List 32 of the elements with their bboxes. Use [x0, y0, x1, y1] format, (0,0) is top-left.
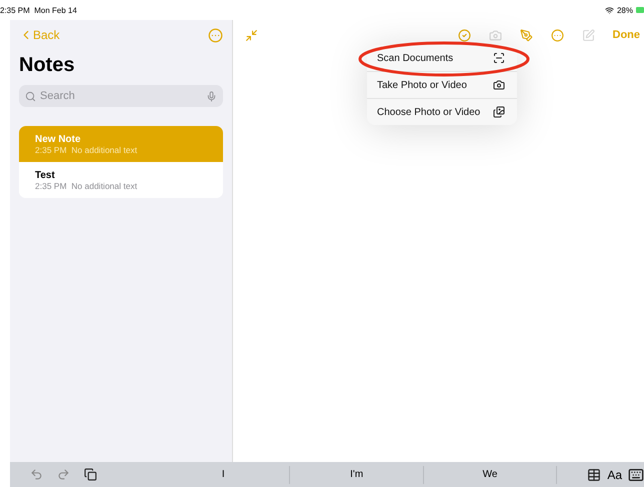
- more-icon[interactable]: [208, 28, 223, 42]
- note-title: Test: [35, 170, 56, 180]
- suggestion-button[interactable]: I: [157, 466, 290, 484]
- search-icon: [25, 90, 36, 102]
- redo-icon[interactable]: [57, 468, 70, 481]
- status-time: 2:35 PM Mon Feb 14: [0, 6, 77, 14]
- scan-icon: [493, 52, 505, 64]
- menu-item[interactable]: Take Photo or Video: [367, 72, 517, 99]
- microphone-icon[interactable]: [206, 90, 217, 102]
- wifi-icon: [604, 6, 614, 14]
- collapse-icon[interactable]: [245, 28, 258, 42]
- pen-icon[interactable]: [520, 28, 532, 42]
- photos-icon: [493, 106, 505, 118]
- keyboard-icon[interactable]: [628, 466, 644, 482]
- menu-item[interactable]: Choose Photo or Video: [367, 99, 517, 125]
- battery-icon: [636, 6, 644, 14]
- checkmark-circle-icon[interactable]: [458, 28, 470, 42]
- search-bar[interactable]: Search: [19, 85, 223, 107]
- suggestion-button[interactable]: We: [424, 466, 558, 484]
- camera-icon: [493, 79, 505, 91]
- note-subtitle: 2:35 PM No additional text: [35, 180, 138, 190]
- undo-icon[interactable]: [30, 468, 43, 481]
- notes-title: Notes: [19, 54, 76, 77]
- note-title: New Note: [35, 134, 82, 144]
- search-input[interactable]: Search: [40, 90, 202, 102]
- table-icon[interactable]: [587, 468, 602, 482]
- suggestion-button[interactable]: I'm: [290, 466, 424, 484]
- clipboard-icon[interactable]: [84, 468, 97, 481]
- battery-percent: 28%: [616, 6, 633, 14]
- more-icon[interactable]: [550, 28, 564, 42]
- note-subtitle: 2:35 PM No additional text: [35, 144, 138, 154]
- format-button[interactable]: Aa: [601, 468, 628, 482]
